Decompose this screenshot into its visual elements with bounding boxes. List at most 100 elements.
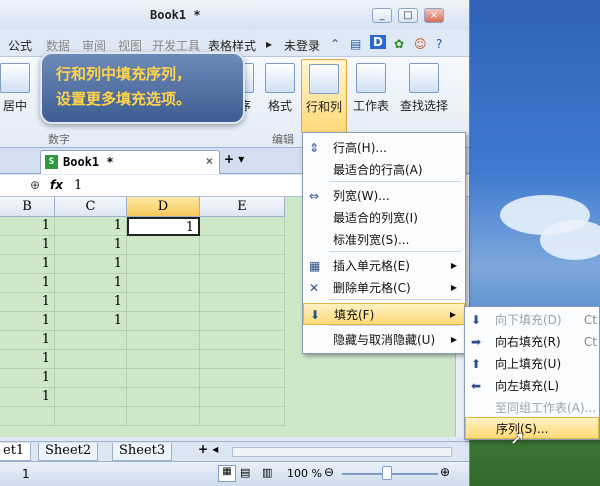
grid-cell[interactable] bbox=[127, 255, 200, 274]
grid-cell[interactable] bbox=[200, 388, 285, 407]
grid-cell[interactable]: 1 bbox=[127, 217, 200, 236]
submenu-item-label: 向上填充(U) bbox=[495, 357, 562, 371]
format-button[interactable]: 格式 bbox=[259, 63, 301, 127]
grid-cell[interactable]: 1 bbox=[0, 388, 55, 407]
ribbon-scroll-icon[interactable]: ▸ bbox=[266, 37, 272, 51]
plugin-icon[interactable]: ✿ bbox=[394, 37, 404, 51]
grid-cell[interactable] bbox=[127, 388, 200, 407]
grid-cell[interactable] bbox=[127, 312, 200, 331]
worksheet-button[interactable]: 工作表 bbox=[350, 63, 392, 127]
new-tab-button[interactable]: + ▾ bbox=[224, 152, 244, 166]
grid-cell[interactable] bbox=[55, 407, 127, 426]
menu-item[interactable]: ⇔ 列宽(W)... bbox=[303, 185, 465, 207]
collapse-icon[interactable]: ⌃ bbox=[330, 37, 340, 51]
menu-item[interactable]: 最适合的列宽(I) bbox=[303, 207, 465, 229]
menu-item[interactable]: 标准列宽(S)... bbox=[303, 229, 465, 251]
grid-cell[interactable] bbox=[0, 407, 55, 426]
skin-icon[interactable]: ▤ bbox=[350, 37, 361, 51]
grid-cell[interactable]: 1 bbox=[55, 236, 127, 255]
zoom-slider-thumb[interactable] bbox=[382, 466, 392, 480]
maximize-button[interactable]: □ bbox=[398, 8, 418, 23]
submenu-item[interactable]: 序列(S)... bbox=[465, 417, 599, 439]
col-header-d[interactable]: D bbox=[127, 197, 200, 217]
help-icon[interactable]: ? bbox=[436, 37, 442, 51]
grid-cell[interactable]: 1 bbox=[0, 331, 55, 350]
zoom-level[interactable]: 100 % bbox=[287, 467, 322, 480]
submenu-item[interactable]: ⬆ 向上填充(U) bbox=[465, 353, 599, 375]
submenu-item[interactable]: ➡ 向右填充(R) Ct bbox=[465, 331, 599, 353]
minimize-button[interactable]: _ bbox=[372, 8, 392, 23]
menu-item[interactable]: ✕ 删除单元格(C) ▶ bbox=[303, 277, 465, 299]
grid-cell[interactable]: 1 bbox=[55, 293, 127, 312]
grid-cell[interactable] bbox=[127, 369, 200, 388]
docer-icon[interactable]: D bbox=[370, 35, 386, 49]
page-layout-icon[interactable]: ▤ bbox=[240, 466, 250, 479]
normal-view-icon[interactable]: ▦ bbox=[218, 465, 236, 482]
menu-item[interactable]: ▦ 插入单元格(E) ▶ bbox=[303, 255, 465, 277]
grid-cell[interactable] bbox=[127, 293, 200, 312]
close-tab-icon[interactable]: × bbox=[206, 154, 213, 168]
user-icon[interactable]: ☺ bbox=[414, 37, 427, 51]
grid-cell[interactable]: 1 bbox=[0, 293, 55, 312]
grid-cell[interactable] bbox=[127, 274, 200, 293]
row-col-button[interactable]: 行和列 bbox=[301, 59, 347, 133]
grid-cell[interactable]: 1 bbox=[55, 312, 127, 331]
grid-cell[interactable] bbox=[200, 350, 285, 369]
formula-input[interactable]: 1 bbox=[74, 178, 82, 193]
menu-item[interactable]: 隐藏与取消隐藏(U) ▶ bbox=[303, 329, 465, 351]
row-col-label: 行和列 bbox=[305, 100, 342, 114]
menu-item[interactable]: ⬇ 填充(F) ▶ bbox=[303, 303, 465, 325]
find-select-button[interactable]: 查找选择 bbox=[396, 63, 452, 127]
menu-formula[interactable]: 公式 bbox=[8, 37, 32, 54]
sheet-tab-2[interactable]: Sheet2 bbox=[38, 443, 99, 461]
zoom-out-icon[interactable]: ⊖ bbox=[324, 465, 334, 479]
grid-cell[interactable] bbox=[55, 369, 127, 388]
grid-cell[interactable] bbox=[55, 331, 127, 350]
grid-cell[interactable]: 1 bbox=[0, 217, 55, 236]
grid-cell[interactable] bbox=[200, 293, 285, 312]
grid-cell[interactable]: 1 bbox=[55, 217, 127, 236]
grid-cell[interactable] bbox=[200, 312, 285, 331]
doc-tab-book1[interactable]: S Book1 * × bbox=[40, 150, 220, 174]
col-header-c[interactable]: C bbox=[55, 197, 127, 217]
grid-cell[interactable] bbox=[127, 331, 200, 350]
grid-cell[interactable] bbox=[200, 255, 285, 274]
grid-cell[interactable]: 1 bbox=[0, 255, 55, 274]
row-height-icon: ⇕ bbox=[309, 141, 320, 155]
submenu-item[interactable]: ⬅ 向左填充(L) bbox=[465, 375, 599, 397]
fx-icon[interactable]: fx bbox=[50, 178, 63, 192]
grid-cell[interactable] bbox=[55, 388, 127, 407]
add-sheet-button[interactable]: + ◂ bbox=[198, 442, 218, 456]
zoom-in-icon[interactable]: ⊕ bbox=[440, 465, 450, 479]
grid-cell[interactable]: 1 bbox=[55, 274, 127, 293]
grid-cell[interactable] bbox=[127, 407, 200, 426]
sheet-tab-3[interactable]: Sheet3 bbox=[112, 443, 173, 461]
col-header-e[interactable]: E bbox=[200, 197, 285, 217]
grid-cell[interactable]: 1 bbox=[0, 312, 55, 331]
grid-cell[interactable] bbox=[200, 369, 285, 388]
grid-cell[interactable] bbox=[127, 236, 200, 255]
zoom-formula-icon[interactable]: ⊕ bbox=[30, 178, 40, 192]
grid-cell[interactable] bbox=[200, 331, 285, 350]
grid-cell[interactable]: 1 bbox=[0, 350, 55, 369]
sheet-tab-1[interactable]: et1 bbox=[0, 443, 32, 461]
grid-cell[interactable] bbox=[55, 350, 127, 369]
grid-cell[interactable] bbox=[127, 350, 200, 369]
menu-item[interactable]: ⇕ 行高(H)... bbox=[303, 137, 465, 159]
col-header-b[interactable]: B bbox=[0, 197, 55, 217]
login-link[interactable]: 未登录 bbox=[284, 37, 320, 54]
close-button[interactable]: × bbox=[424, 8, 444, 23]
menu-item[interactable]: 最适合的行高(A) bbox=[303, 159, 465, 181]
horizontal-scrollbar[interactable] bbox=[232, 447, 452, 457]
shortcut-label: Ct bbox=[583, 313, 597, 327]
grid-cell[interactable]: 1 bbox=[0, 369, 55, 388]
grid-cell[interactable]: 1 bbox=[55, 255, 127, 274]
grid-cell[interactable] bbox=[200, 274, 285, 293]
grid-cell[interactable] bbox=[200, 236, 285, 255]
grid-cell[interactable]: 1 bbox=[0, 236, 55, 255]
grid-cell[interactable] bbox=[200, 407, 285, 426]
grid-cell[interactable]: 1 bbox=[0, 274, 55, 293]
grid-cell[interactable] bbox=[200, 217, 285, 236]
merge-center-button[interactable]: 居中 bbox=[0, 63, 36, 127]
page-break-icon[interactable]: ▥ bbox=[262, 466, 272, 479]
